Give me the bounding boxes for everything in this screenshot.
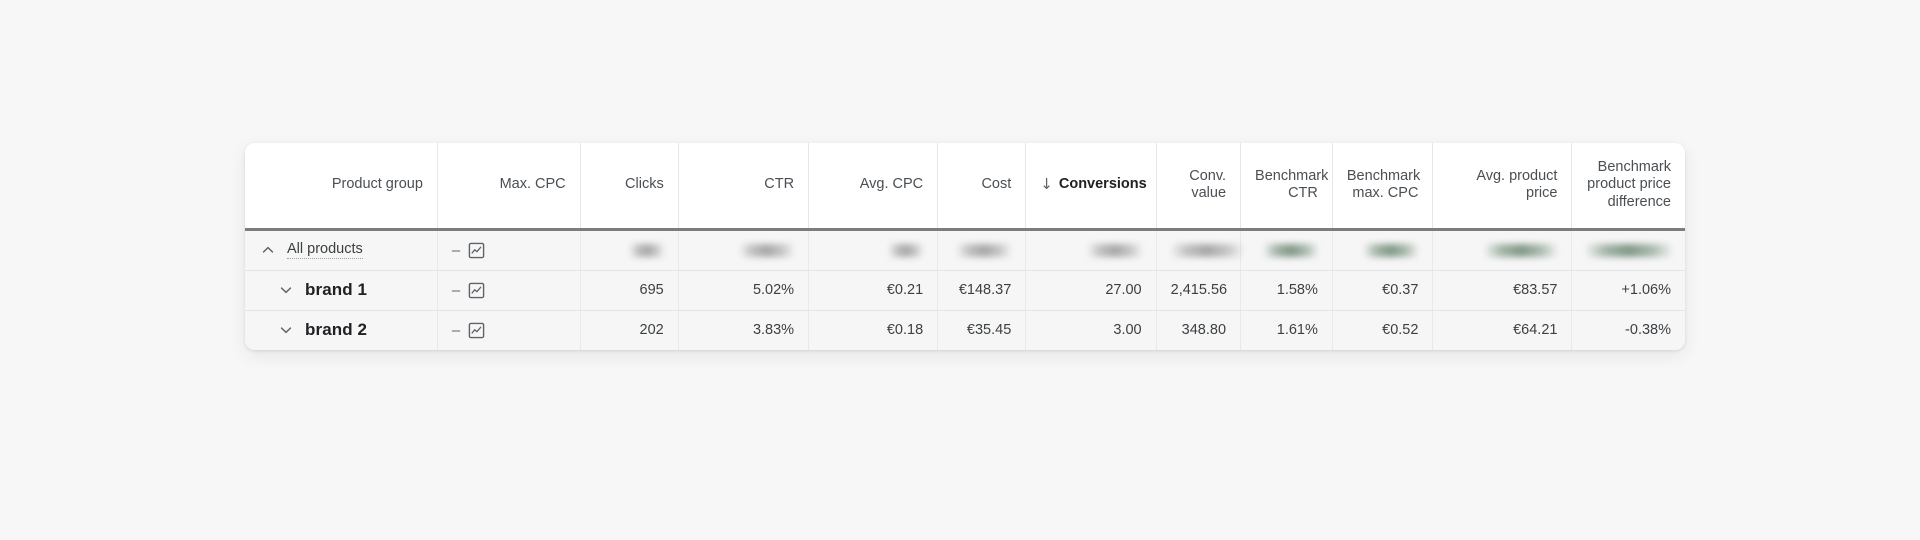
column-header-label: Conversions — [1058, 175, 1147, 192]
cell-product-group: brand 2 — [245, 310, 438, 350]
cell-ctr: 5.02% — [678, 270, 810, 311]
column-header-label: Max. CPC — [499, 176, 566, 193]
cell-avg-product-price: €64.21 — [1432, 310, 1573, 350]
cell-conversions — [1025, 229, 1157, 271]
column-header-conversions[interactable]: ↓ Conversions — [1025, 143, 1157, 231]
redacted-value — [740, 243, 795, 257]
cell-avg-product-price — [1432, 229, 1573, 271]
sort-wrapper: ↓ Conversions — [1040, 176, 1146, 194]
cell-max-cpc: – — [437, 229, 581, 271]
max-cpc-inner: – — [452, 281, 566, 300]
redacted-value — [1485, 243, 1558, 257]
table-body: All products – brand 1 – 695 5.02% €0.21… — [245, 229, 1685, 350]
column-header-label: Benchmark CTR — [1255, 167, 1329, 202]
table-header-row: Product group Max. CPC Clicks CTR Avg. C… — [245, 143, 1685, 231]
column-header-benchmark-product-price-difference[interactable]: Benchmark product price difference — [1571, 143, 1685, 231]
column-header-ctr[interactable]: CTR — [678, 143, 810, 231]
group-cell-inner: brand 2 — [259, 320, 423, 340]
performance-table-card: Product group Max. CPC Clicks CTR Avg. C… — [245, 143, 1685, 350]
cell-product-group: All products — [245, 229, 438, 271]
cell-cost — [937, 229, 1027, 271]
cell-avg-cpc — [808, 229, 939, 271]
redacted-value — [889, 243, 924, 257]
cell-benchmark-ctr — [1240, 229, 1333, 271]
cell-avg-product-price: €83.57 — [1432, 270, 1573, 311]
cell-benchmark-ctr: 1.58% — [1240, 270, 1333, 311]
column-header-label: Benchmark max. CPC — [1346, 167, 1421, 202]
column-header-label: Cost — [981, 176, 1012, 193]
group-cell-inner: All products — [259, 241, 423, 259]
cell-benchmark-product-price-difference: -0.38% — [1571, 310, 1685, 350]
column-header-label: Product group — [331, 176, 423, 193]
cell-cost: €35.45 — [937, 310, 1027, 350]
line-chart-icon[interactable] — [467, 321, 486, 340]
cell-cost: €148.37 — [937, 270, 1027, 311]
column-header-benchmark-ctr[interactable]: Benchmark CTR — [1240, 143, 1333, 231]
max-cpc-inner: – — [452, 321, 566, 340]
column-header-label: Clicks — [625, 176, 664, 193]
cell-ctr: 3.83% — [678, 310, 810, 350]
cell-benchmark-max-cpc: €0.52 — [1332, 310, 1434, 350]
redacted-value — [1586, 243, 1673, 257]
column-header-label: Conv. value — [1189, 167, 1227, 202]
row-label-brand[interactable]: brand 1 — [305, 280, 367, 300]
redacted-value — [1364, 243, 1419, 257]
cell-max-cpc: – — [437, 310, 581, 350]
cell-benchmark-max-cpc: €0.37 — [1332, 270, 1434, 311]
table-row[interactable]: All products – — [245, 229, 1685, 271]
sort-descending-arrow-icon: ↓ — [1040, 175, 1053, 194]
column-header-label: Avg. product price — [1476, 167, 1558, 202]
cell-avg-cpc: €0.21 — [808, 270, 939, 311]
cell-clicks: 695 — [580, 270, 679, 311]
cell-conv-value: 2,415.56 — [1156, 270, 1242, 311]
column-header-max-cpc[interactable]: Max. CPC — [437, 143, 581, 231]
max-cpc-empty-dash: – — [451, 281, 461, 299]
chevron-down-icon[interactable] — [277, 321, 295, 339]
redacted-value — [1170, 243, 1243, 257]
column-header-benchmark-max-cpc[interactable]: Benchmark max. CPC — [1332, 143, 1434, 231]
product-group-performance-table: Product group Max. CPC Clicks CTR Avg. C… — [245, 143, 1685, 350]
max-cpc-empty-dash: – — [451, 321, 461, 339]
redacted-value — [957, 243, 1012, 257]
cell-max-cpc: – — [437, 270, 581, 311]
cell-conversions: 3.00 — [1025, 310, 1157, 350]
max-cpc-inner: – — [452, 241, 566, 260]
cell-ctr — [678, 229, 810, 271]
cell-conv-value: 348.80 — [1156, 310, 1242, 350]
column-header-label: CTR — [764, 176, 795, 193]
row-label-all-products[interactable]: All products — [287, 241, 363, 259]
chevron-down-icon[interactable] — [277, 281, 295, 299]
cell-clicks — [580, 229, 679, 271]
cell-benchmark-product-price-difference — [1571, 229, 1685, 271]
column-header-product-group[interactable]: Product group — [245, 143, 438, 231]
table-header: Product group Max. CPC Clicks CTR Avg. C… — [245, 143, 1685, 231]
group-cell-inner: brand 1 — [259, 280, 423, 300]
column-header-avg-cpc[interactable]: Avg. CPC — [808, 143, 939, 231]
column-header-clicks[interactable]: Clicks — [580, 143, 679, 231]
cell-product-group: brand 1 — [245, 270, 438, 311]
row-label-brand[interactable]: brand 2 — [305, 320, 367, 340]
chevron-up-icon[interactable] — [259, 241, 277, 259]
column-header-avg-product-price[interactable]: Avg. product price — [1432, 143, 1573, 231]
table-row[interactable]: brand 2 – 202 3.83% €0.18 €35.45 3.00 34… — [245, 310, 1685, 350]
cell-benchmark-product-price-difference: +1.06% — [1571, 270, 1685, 311]
redacted-value — [1087, 243, 1142, 257]
line-chart-icon[interactable] — [467, 281, 486, 300]
cell-clicks: 202 — [580, 310, 679, 350]
cell-benchmark-max-cpc — [1332, 229, 1434, 271]
column-header-conv-value[interactable]: Conv. value — [1156, 143, 1242, 231]
cell-conv-value — [1156, 229, 1243, 271]
column-header-cost[interactable]: Cost — [937, 143, 1027, 231]
cell-benchmark-ctr: 1.61% — [1240, 310, 1333, 350]
column-header-label: Benchmark product price difference — [1587, 158, 1671, 211]
max-cpc-empty-dash: – — [451, 241, 461, 259]
column-header-label: Avg. CPC — [859, 176, 924, 193]
cell-conversions: 27.00 — [1025, 270, 1157, 311]
page-root: Product group Max. CPC Clicks CTR Avg. C… — [0, 0, 1920, 540]
line-chart-icon[interactable] — [467, 241, 486, 260]
cell-avg-cpc: €0.18 — [808, 310, 939, 350]
table-row[interactable]: brand 1 – 695 5.02% €0.21 €148.37 27.00 … — [245, 270, 1685, 311]
redacted-value — [1263, 243, 1318, 257]
redacted-value — [629, 243, 664, 257]
